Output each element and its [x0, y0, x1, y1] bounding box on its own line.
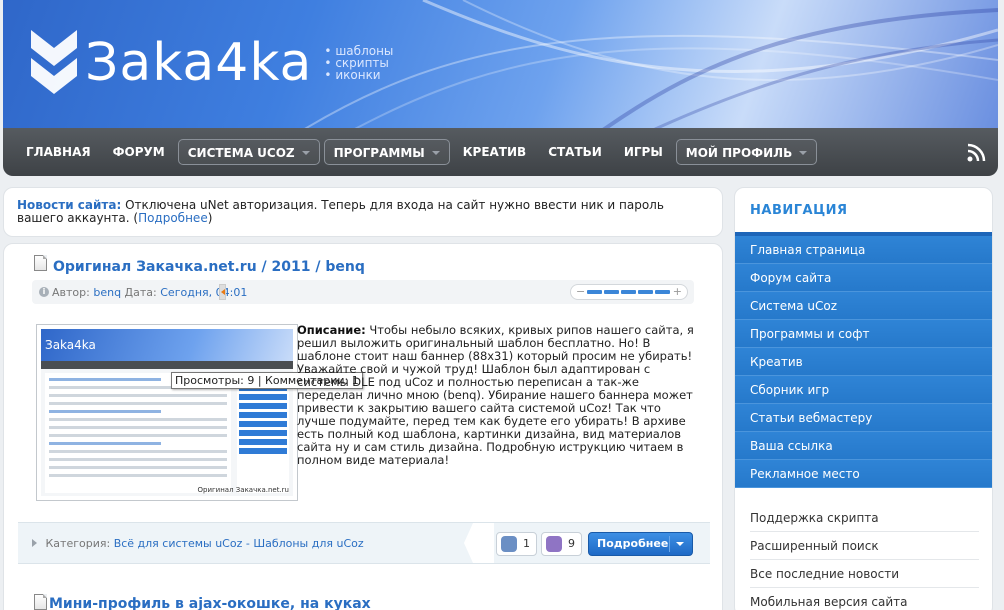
article-description: Описание: Чтобы небыло всяких, кривых ри…	[297, 324, 699, 467]
rating-minus-button[interactable]: −	[576, 285, 585, 299]
site-header: Зaka4ka шаблоны скрипты иконки	[3, 0, 998, 130]
date-link[interactable]: Сегодня, 04:01	[160, 286, 247, 299]
nav-item-creative[interactable]: КРЕАТИВ	[454, 139, 535, 165]
button-separator	[669, 536, 670, 552]
nav-item-ucoz-dropdown[interactable]: СИСТЕМА UCOZ	[177, 139, 320, 165]
article-category: Категория: Всё для системы uCoz - Шаблон…	[32, 537, 364, 550]
nav-item-programs-dropdown[interactable]: ПРОГРАММЫ	[323, 139, 450, 165]
thumbnail-header: Зaka4ka	[41, 329, 293, 361]
rating-bar	[621, 290, 636, 294]
site-news-notice: Новости сайта: Отключена uNet авторизаци…	[3, 187, 723, 237]
description-text: Чтобы небыло всяких, кривых рипов нашего…	[297, 323, 694, 467]
nav-item-forum[interactable]: ФОРУМ	[104, 139, 174, 165]
read-more-button[interactable]: Подробнее	[588, 532, 693, 556]
thumbnail-nav	[41, 361, 293, 369]
rating-bar	[604, 290, 619, 294]
category-label: Категория:	[45, 537, 114, 550]
sidebar-item-mobile-version[interactable]: Мобильная версия сайта	[750, 588, 979, 610]
rating-plus-button[interactable]: +	[673, 285, 682, 299]
rating-marker-icon	[219, 284, 226, 300]
rating-bar	[587, 290, 602, 294]
sidebar-item-advanced-search[interactable]: Расширенный поиск	[750, 532, 979, 560]
sidebar-item-forum[interactable]: Форум сайта	[735, 264, 992, 292]
sidebar-item-games[interactable]: Сборник игр	[735, 376, 992, 404]
views-count: 9	[568, 537, 575, 550]
read-more-label: Подробнее	[597, 537, 669, 550]
rating-bar	[638, 290, 653, 294]
comments-count: 1	[523, 537, 530, 550]
description-label: Описание:	[297, 323, 366, 337]
tagline-item: иконки	[324, 69, 393, 81]
category-link[interactable]: Всё для системы uCoz - Шаблоны для uCoz	[114, 537, 364, 550]
sidebar-item-ucoz[interactable]: Система uCoz	[735, 292, 992, 320]
document-icon	[34, 255, 47, 271]
rating-bar	[655, 290, 670, 294]
views-icon	[546, 536, 562, 552]
info-icon: i	[39, 287, 49, 297]
thumbnail-main	[45, 373, 231, 493]
sidebar-item-ad-place[interactable]: Рекламное место	[735, 460, 992, 488]
author-label: Автор:	[52, 286, 94, 299]
site-logo[interactable]: Зaka4ka шаблоны скрипты иконки	[29, 28, 393, 98]
sidebar-item-webmaster-articles[interactable]: Статьи вебмастеру	[735, 404, 992, 432]
sidebar-title: НАВИГАЦИЯ	[750, 203, 848, 218]
thumbnail-caption: Оригинал Закачка.net.ru	[197, 486, 290, 494]
main-navbar: ГЛАВНАЯ ФОРУМ СИСТЕМА UCOZ ПРОГРАММЫ КРЕ…	[3, 128, 998, 176]
sidebar-item-your-link[interactable]: Ваша ссылка	[735, 432, 992, 460]
sidebar-item-software[interactable]: Программы и софт	[735, 320, 992, 348]
article-thumbnail[interactable]: Зaka4ka Оригинал Закачка.net.ru	[36, 324, 298, 501]
nav-item-articles[interactable]: СТАТЬИ	[539, 139, 611, 165]
chevron-down-icon[interactable]	[676, 542, 684, 546]
document-icon	[34, 594, 47, 610]
rating-bars	[587, 290, 670, 294]
thumbnail-logo: Зaka4ka	[45, 338, 96, 352]
notice-label: Новости сайта:	[17, 198, 122, 212]
article2-title-link[interactable]: Мини-профиль в ajax-окошке, на куках	[49, 596, 371, 610]
comments-counter[interactable]: 1	[496, 532, 537, 556]
sidebar-navigation: НАВИГАЦИЯ Главная страница Форум сайта С…	[734, 187, 993, 610]
nav-item-profile-dropdown[interactable]: МОЙ ПРОФИЛЬ	[675, 139, 818, 165]
comments-icon	[501, 536, 517, 552]
sidebar-nav-list: Главная страница Форум сайта Система uCo…	[735, 232, 992, 488]
sidebar-item-home[interactable]: Главная страница	[735, 236, 992, 264]
logo-chevron-icon	[31, 30, 77, 94]
article-footer: Категория: Всё для системы uCoz - Шаблон…	[18, 522, 710, 564]
logo-brand-text: Зaka4ka	[85, 33, 313, 93]
sidebar-extra-list: Поддержка скрипта Расширенный поиск Все …	[735, 504, 992, 610]
notice-more-link[interactable]: Подробнее	[138, 211, 208, 225]
thumbnail-preview: Зaka4ka Оригинал Закачка.net.ru	[41, 329, 293, 496]
views-counter[interactable]: 9	[541, 532, 582, 556]
nav-item-home[interactable]: ГЛАВНАЯ	[17, 139, 100, 165]
footer-notch-decoration	[464, 523, 494, 563]
sidebar-item-support[interactable]: Поддержка скрипта	[750, 504, 979, 532]
rss-icon[interactable]	[966, 141, 988, 163]
logo-tagline: шаблоны скрипты иконки	[324, 45, 393, 81]
rating-widget: − +	[570, 284, 688, 300]
article-card: Оригинал Закачка.net.ru / 2011 / benq i …	[3, 243, 723, 610]
sidebar-item-latest-news[interactable]: Все последние новости	[750, 560, 979, 588]
article-title-link[interactable]: Оригинал Закачка.net.ru / 2011 / benq	[53, 259, 365, 275]
article-meta-bar: i Автор: benq Дата: Сегодня, 04:01 − +	[32, 280, 694, 304]
thumbnail-sidebar	[237, 373, 289, 493]
author-link[interactable]: benq	[93, 286, 121, 299]
nav-item-games[interactable]: ИГРЫ	[615, 139, 672, 165]
sidebar-item-creative[interactable]: Креатив	[735, 348, 992, 376]
date-label: Дата:	[121, 286, 161, 299]
notice-tail: )	[207, 211, 213, 225]
